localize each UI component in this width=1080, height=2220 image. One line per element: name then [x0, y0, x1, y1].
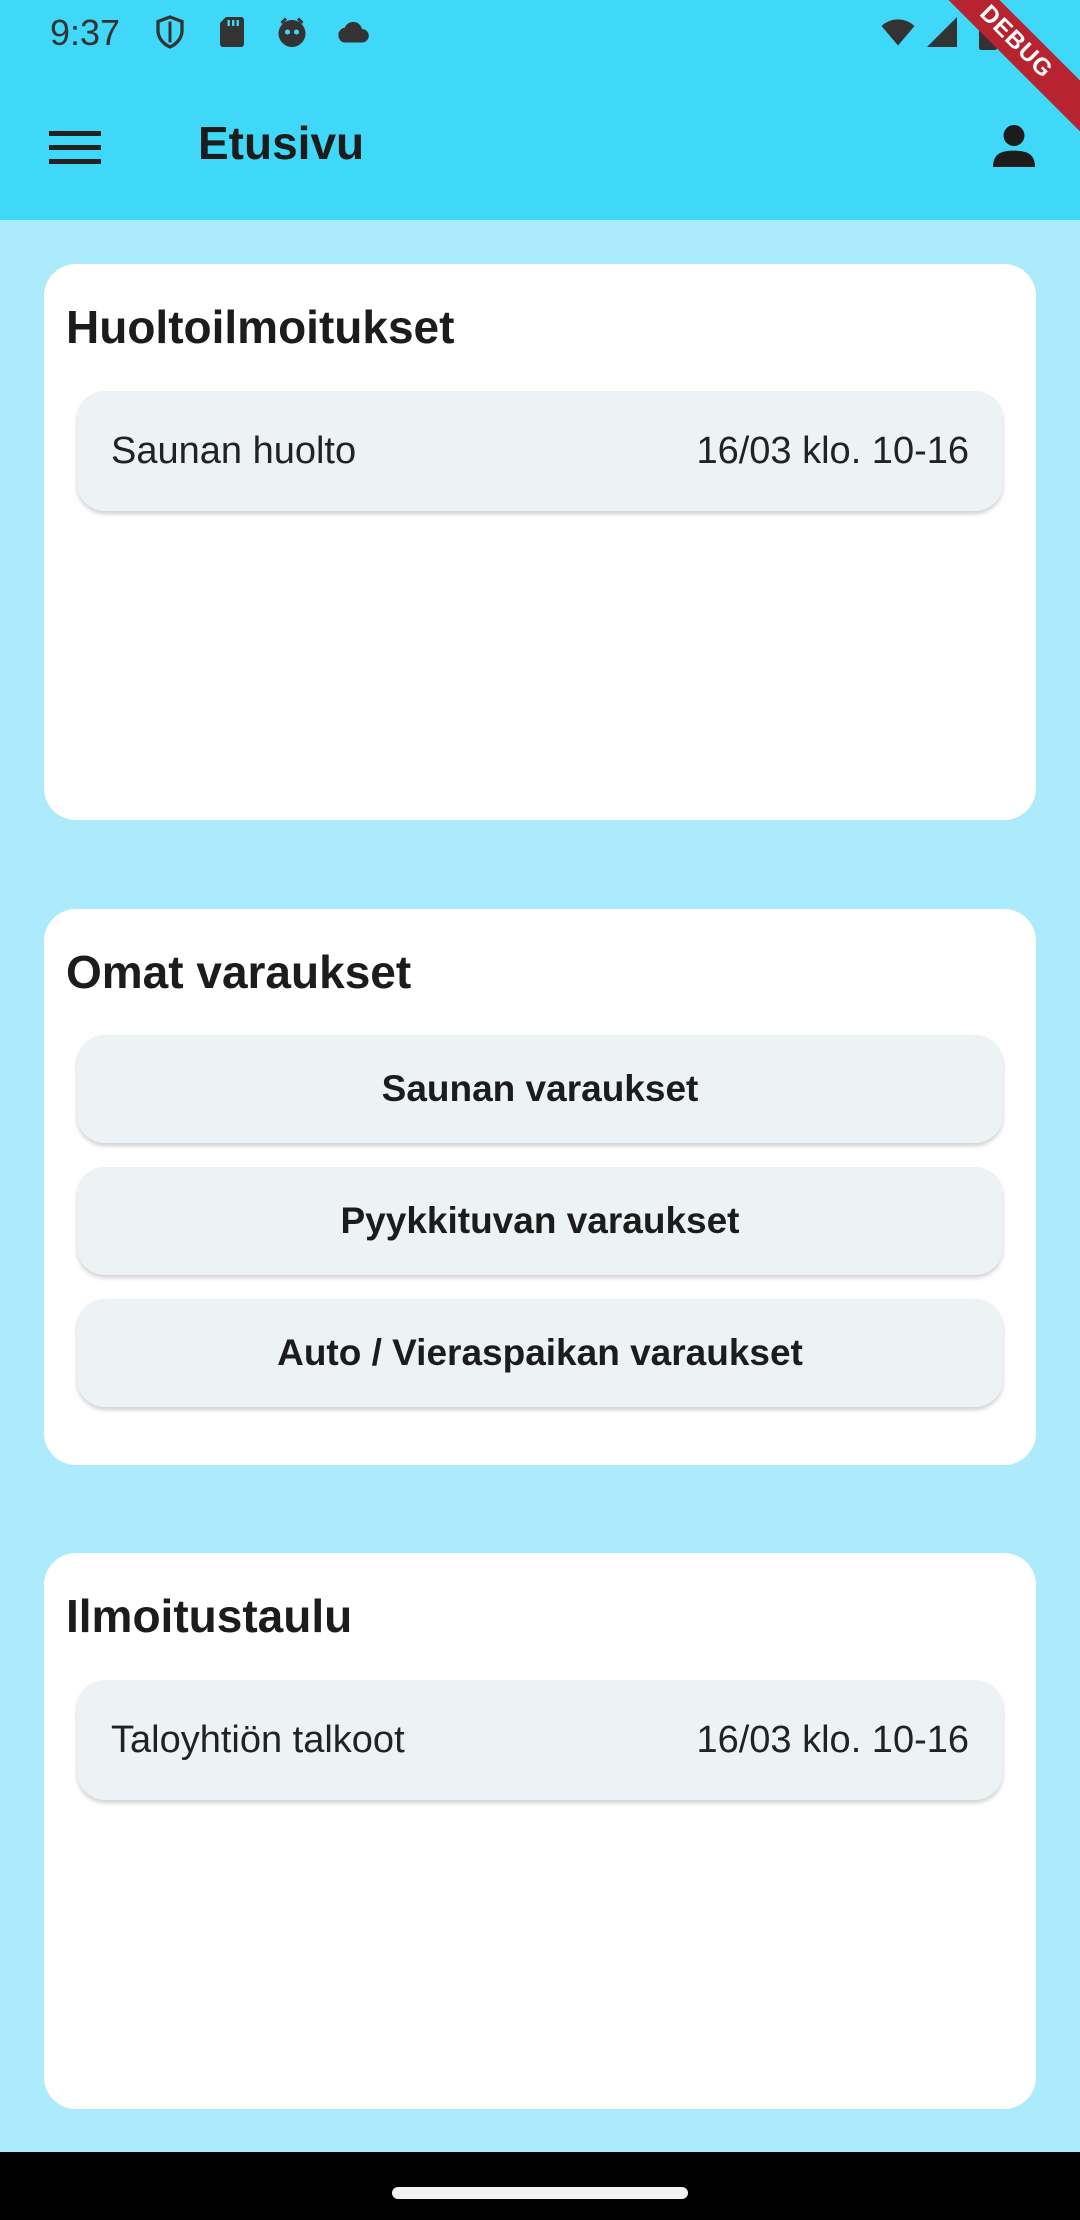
noticeboard-title: Ilmoitustaulu	[66, 1590, 353, 1642]
page-title: Etusivu	[198, 117, 365, 169]
laundry-reservations-button[interactable]: Pyykkituvan varaukset	[77, 1167, 1003, 1275]
maintenance-item-date: 16/03 klo. 10-16	[696, 429, 969, 472]
menu-button[interactable]	[40, 112, 110, 182]
signal-icon	[924, 14, 960, 50]
maintenance-title: Huoltoilmoitukset	[66, 301, 455, 353]
noticeboard-item[interactable]: Taloyhtiön talkoot 16/03 klo. 10-16	[77, 1680, 1003, 1800]
shield-icon	[152, 14, 188, 50]
wifi-icon	[878, 14, 915, 50]
reservations-card: Omat varaukset Saunan varaukset Pyykkitu…	[44, 909, 1036, 1465]
reservations-title: Omat varaukset	[66, 946, 412, 998]
menu-icon	[49, 131, 101, 164]
maintenance-item[interactable]: Saunan huolto 16/03 klo. 10-16	[77, 391, 1003, 511]
person-icon	[993, 125, 1035, 167]
maintenance-card: Huoltoilmoitukset Saunan huolto 16/03 kl…	[44, 264, 1036, 820]
system-nav-bar	[0, 2152, 1080, 2220]
status-time: 9:37	[50, 12, 121, 53]
profile-button[interactable]	[978, 110, 1050, 182]
app-bar: Etusivu	[0, 66, 1080, 220]
home-gesture-handle[interactable]	[392, 2187, 688, 2199]
sd-card-icon	[214, 14, 250, 50]
sauna-reservations-button[interactable]: Saunan varaukset	[77, 1035, 1003, 1143]
noticeboard-item-label: Taloyhtiön talkoot	[111, 1718, 405, 1761]
parking-reservations-button[interactable]: Auto / Vieraspaikan varaukset	[77, 1299, 1003, 1407]
status-bar: 9:37	[0, 0, 1080, 66]
noticeboard-item-date: 16/03 klo. 10-16	[696, 1718, 969, 1761]
noticeboard-card: Ilmoitustaulu Taloyhtiön talkoot 16/03 k…	[44, 1553, 1036, 2109]
face-icon	[274, 14, 310, 50]
cloud-icon	[334, 14, 370, 50]
maintenance-item-label: Saunan huolto	[111, 429, 357, 472]
